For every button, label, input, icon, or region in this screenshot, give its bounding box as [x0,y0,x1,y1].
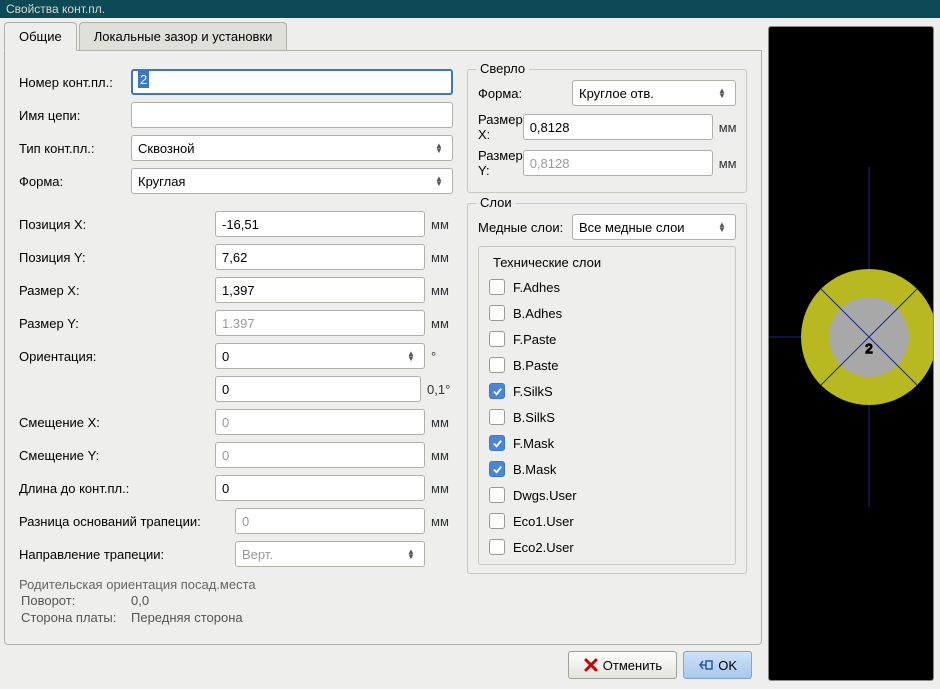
chevron-updown-icon: ▲▼ [404,351,418,361]
cancel-icon [583,657,599,673]
pad-preview: 2 [768,26,934,681]
sizey-label: Размер Y: [19,316,215,331]
copper-layers-combo[interactable]: Все медные слои▲▼ [572,214,736,240]
layer-label: Eco2.User [513,540,574,555]
preview-pad-number: 2 [865,341,872,356]
layer-check-B.SilkS[interactable]: B.SilkS [485,404,729,430]
layer-check-F.SilkS[interactable]: F.SilkS [485,378,729,404]
trapdelta-input [235,508,425,534]
checkbox-icon[interactable] [489,461,505,477]
layer-check-Eco2.User[interactable]: Eco2.User [485,534,729,560]
drill-sizey-input [523,150,713,176]
tab-local[interactable]: Локальные зазор и установки [79,22,288,50]
checkbox-icon[interactable] [489,539,505,555]
net-name-input[interactable] [131,102,453,128]
drill-fieldset: Сверло Форма: Круглое отв.▲▼ Размер X: м… [467,69,747,193]
layer-label: F.SilkS [513,384,553,399]
layer-check-F.Mask[interactable]: F.Mask [485,430,729,456]
layer-check-B.Mask[interactable]: B.Mask [485,456,729,482]
trapdelta-label: Разница оснований трапеции: [19,514,235,529]
tabs: Общие Локальные зазор и установки [4,22,762,51]
layer-label: F.Adhes [513,280,560,295]
ok-icon [698,657,714,673]
offy-label: Смещение Y: [19,448,215,463]
shape-label: Форма: [19,174,131,189]
window-titlebar: Свойства конт.пл. [0,0,940,18]
checkbox-icon[interactable] [489,487,505,503]
layer-check-Dwgs.User[interactable]: Dwgs.User [485,482,729,508]
padlen-label: Длина до конт.пл.: [19,481,215,496]
offy-input [215,442,425,468]
parent-orient-title: Родительская ориентация посад.места [19,577,453,592]
pad-number-label: Номер конт.пл.: [19,75,131,90]
layer-label: F.Mask [513,436,554,451]
layer-label: Eco1.User [513,514,574,529]
layer-label: B.Mask [513,462,556,477]
orient-combo[interactable]: 0▲▼ [215,343,425,369]
checkbox-icon[interactable] [489,279,505,295]
tab-general[interactable]: Общие [4,22,77,51]
net-name-label: Имя цепи: [19,108,131,123]
chevron-updown-icon: ▲▼ [715,88,729,98]
checkbox-icon[interactable] [489,383,505,399]
offx-input [215,409,425,435]
posx-label: Позиция X: [19,217,215,232]
checkbox-icon[interactable] [489,305,505,321]
layer-check-Eco1.User[interactable]: Eco1.User [485,508,729,534]
layer-label: B.SilkS [513,410,555,425]
layers-fieldset: Слои Медные слои: Все медные слои▲▼ Техн… [467,203,747,574]
layer-label: B.Paste [513,358,559,373]
chevron-updown-icon: ▲▼ [715,222,729,232]
layer-check-B.Paste[interactable]: B.Paste [485,352,729,378]
sizex-input[interactable] [215,277,425,303]
checkbox-icon[interactable] [489,357,505,373]
layer-check-F.Paste[interactable]: F.Paste [485,326,729,352]
checkbox-icon[interactable] [489,513,505,529]
checkbox-icon[interactable] [489,435,505,451]
trapdir-combo: Верт.▲▼ [235,541,425,567]
posy-label: Позиция Y: [19,250,215,265]
shape-combo[interactable]: Круглая▲▼ [131,168,453,194]
orient-label: Ориентация: [19,349,215,364]
layer-label: B.Adhes [513,306,562,321]
layer-label: F.Paste [513,332,556,347]
ok-button[interactable]: OK [683,651,752,679]
posy-input[interactable] [215,244,425,270]
sizey-input [215,310,425,336]
layer-label: Dwgs.User [513,488,577,503]
trapdir-label: Направление трапеции: [19,547,235,562]
chevron-updown-icon: ▲▼ [432,143,446,153]
sizex-label: Размер X: [19,283,215,298]
checkbox-icon[interactable] [489,331,505,347]
drill-sizex-input[interactable] [523,114,713,140]
pad-number-input[interactable]: 2 [131,69,453,95]
layer-check-F.Adhes[interactable]: F.Adhes [485,274,729,300]
chevron-updown-icon: ▲▼ [404,549,418,559]
chevron-updown-icon: ▲▼ [432,176,446,186]
padlen-input[interactable] [215,475,425,501]
cancel-button[interactable]: Отменить [568,651,677,679]
offx-label: Смещение X: [19,415,215,430]
pad-type-combo[interactable]: Сквозной▲▼ [131,135,453,161]
orient-fine-input[interactable] [215,376,421,402]
drill-shape-combo[interactable]: Круглое отв.▲▼ [572,80,736,106]
layer-check-B.Adhes[interactable]: B.Adhes [485,300,729,326]
pad-type-label: Тип конт.пл.: [19,141,131,156]
checkbox-icon[interactable] [489,409,505,425]
posx-input[interactable] [215,211,425,237]
